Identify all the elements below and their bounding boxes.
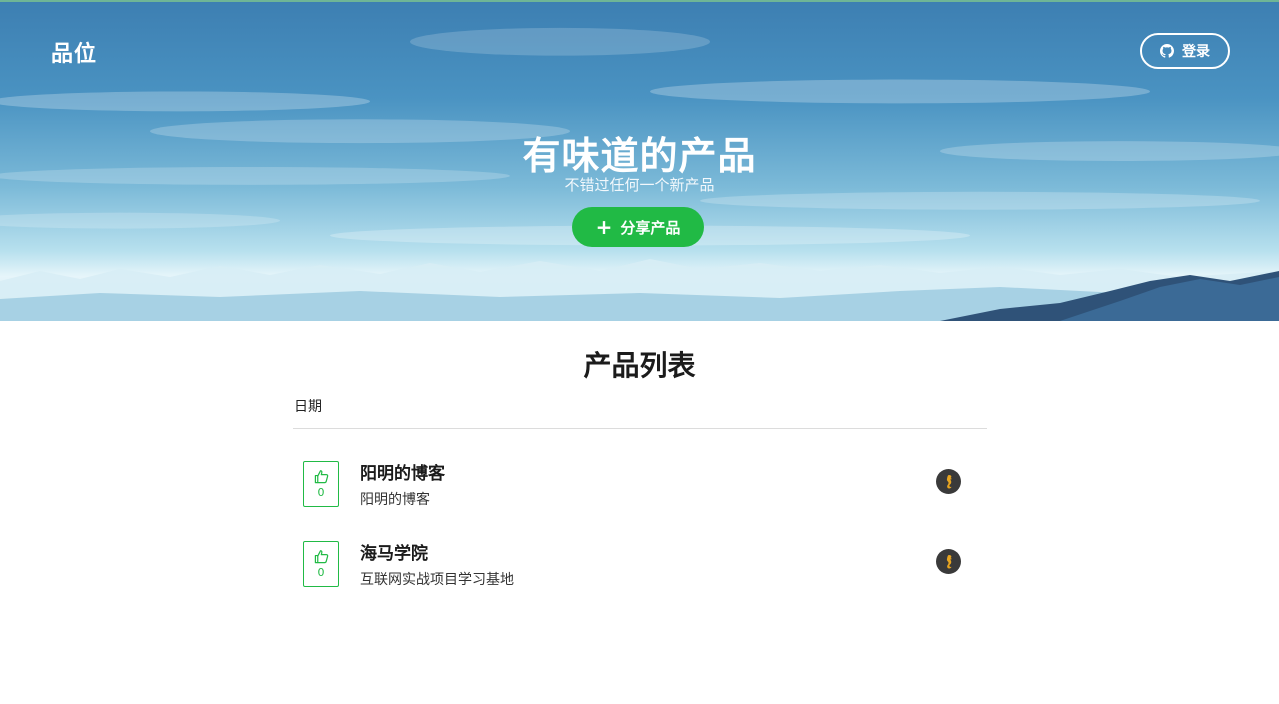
share-product-button[interactable]: + 分享产品 <box>572 207 704 247</box>
seahorse-logo-icon <box>946 554 952 568</box>
vote-count: 0 <box>317 566 325 579</box>
brand-logo[interactable]: 品位 <box>51 36 97 68</box>
avatar[interactable] <box>936 469 961 494</box>
hero-title: 有味道的产品 <box>522 134 757 178</box>
thumbs-up-icon <box>314 470 328 484</box>
vote-count: 0 <box>317 486 325 499</box>
product-item: 0 阳明的博客 阳明的博客 <box>293 461 987 527</box>
hero-banner: 品位 登录 有味道的产品 不错过任何一个新产品 + 分享产品 <box>0 0 1279 321</box>
mountains-background <box>0 259 1279 321</box>
thumbs-up-icon <box>314 550 328 564</box>
login-label: 登录 <box>1182 44 1210 60</box>
product-item: 0 海马学院 互联网实战项目学习基地 <box>293 541 987 607</box>
divider <box>293 428 987 429</box>
product-list-title: 产品列表 <box>583 349 696 382</box>
product-name[interactable]: 海马学院 <box>360 539 428 564</box>
seahorse-logo-icon <box>946 474 952 488</box>
vote-button[interactable]: 0 <box>303 461 339 507</box>
github-icon <box>1160 44 1174 58</box>
vote-button[interactable]: 0 <box>303 541 339 587</box>
login-button[interactable]: 登录 <box>1140 33 1230 69</box>
product-description: 阳明的博客 <box>360 492 430 508</box>
avatar[interactable] <box>936 549 961 574</box>
share-product-label: 分享产品 <box>620 218 681 237</box>
product-name[interactable]: 阳明的博客 <box>360 459 445 484</box>
hero-subtitle: 不错过任何一个新产品 <box>564 176 715 194</box>
date-filter-tab[interactable]: 日期 <box>294 396 322 416</box>
product-description: 互联网实战项目学习基地 <box>360 572 514 588</box>
plus-icon: + <box>595 215 613 239</box>
